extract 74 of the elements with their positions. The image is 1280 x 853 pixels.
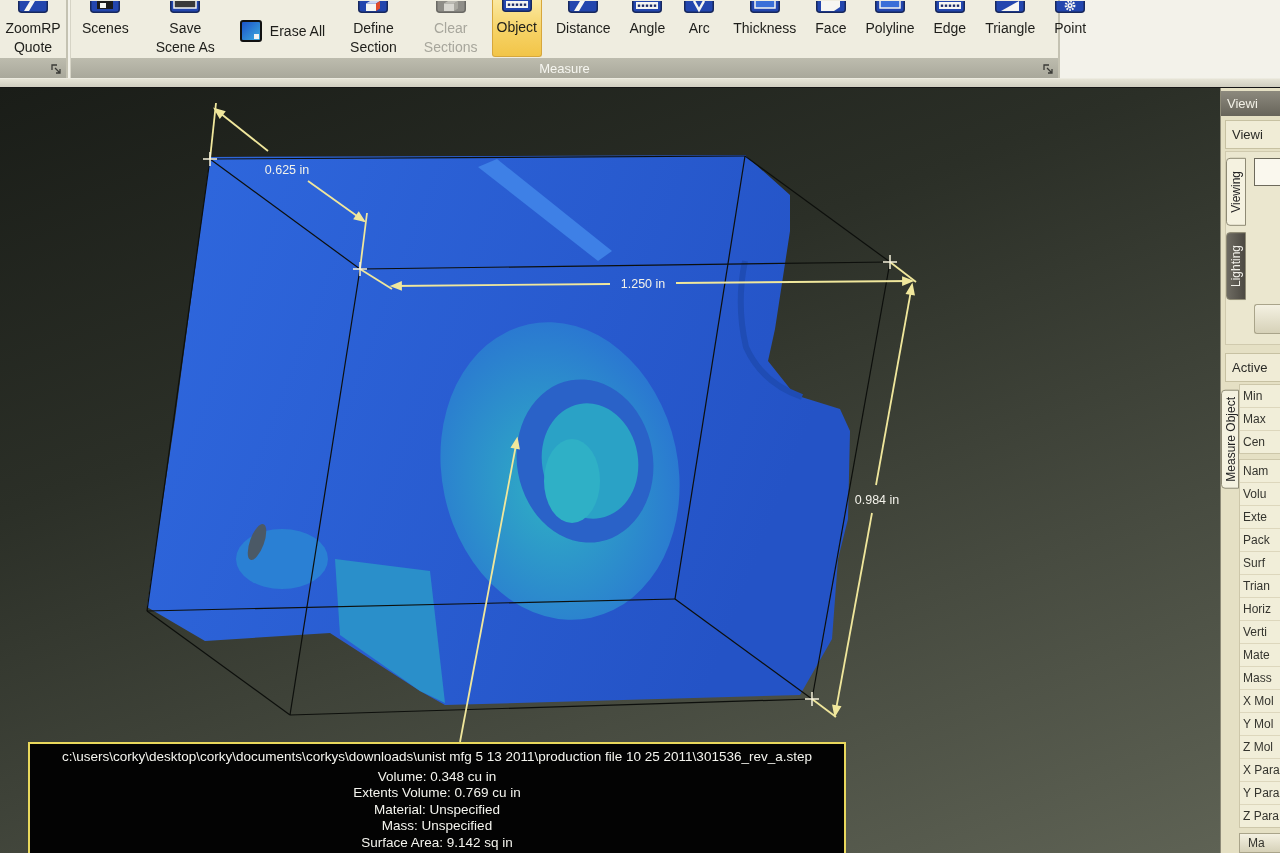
property-name: Cen [1242, 434, 1266, 451]
property-name: Trian [1240, 575, 1280, 598]
group-title: Measure [539, 60, 590, 76]
property-name: Nam [1240, 460, 1280, 483]
panel-title: Viewi [1221, 91, 1280, 116]
crosshair-icon [804, 691, 820, 707]
side-hole [247, 524, 267, 560]
dialog-launcher-icon[interactable] [1043, 64, 1053, 74]
ruler-icon [501, 0, 532, 12]
property-name: Z Mol [1240, 736, 1280, 759]
info-text: Extents Volume: 0.769 cu in [352, 785, 522, 802]
property-name: Y Mol [1240, 713, 1280, 736]
property-name: Max [1240, 408, 1280, 431]
property-name: Verti [1240, 621, 1280, 644]
property-name: Mass [1240, 667, 1280, 690]
property-name: Min [1240, 385, 1280, 408]
property-name: Pack [1240, 529, 1280, 552]
ribbon-button[interactable]: Face [810, 0, 852, 57]
crosshair-icon [882, 254, 898, 270]
dialog-launcher-icon[interactable] [51, 64, 61, 74]
ribbon-button[interactable]: Polyline [860, 0, 920, 57]
panel-button[interactable]: Ma [1239, 833, 1280, 853]
ribbon-button[interactable]: Thickness [728, 0, 802, 57]
dimension-label: 0.625 in [264, 163, 310, 177]
ribbon-button[interactable]: Scenes [77, 0, 134, 57]
section-header: Viewi [1225, 120, 1280, 149]
ribbon-button[interactable]: Save Scene As [150, 0, 220, 57]
chevron-icon [684, 1, 715, 13]
property-name: Exte [1240, 506, 1280, 529]
property-name: X Mol [1240, 690, 1280, 713]
ribbon-button[interactable]: Point [1049, 0, 1092, 57]
info-text: Volume: 0.348 cu in [376, 768, 498, 785]
ribbon-button[interactable]: Define Section [345, 0, 402, 57]
ribbon-button[interactable]: Erase All [236, 19, 329, 43]
crosshair-icon [202, 151, 218, 167]
ribbon-button[interactable]: Edge [928, 0, 972, 57]
crosshair-icon [352, 261, 368, 277]
frame-icon [749, 1, 780, 13]
slash-icon [568, 1, 599, 13]
property-name: Mate [1240, 644, 1280, 667]
frame-icon [874, 1, 905, 13]
info-text: Surface Area: 9.142 sq in [360, 834, 514, 851]
info-text: Mass: Unspecified [380, 818, 494, 835]
gear-icon [1055, 1, 1086, 13]
vertical-tab[interactable]: Lighting [1226, 231, 1246, 300]
monitor-icon [170, 1, 201, 13]
ribbon-button[interactable]: Object [491, 0, 542, 57]
model-viewport[interactable] [0, 88, 1220, 853]
vertical-tab[interactable]: Measure Object [1221, 390, 1239, 489]
property-name: Horiz [1240, 598, 1280, 621]
file-path: c:\users\corky\desktop\corky\documents\corkys\downloads\unist mfg 5 13 2011\production file 10 25 2011\301536_rev_a.step [61, 749, 813, 766]
property-name: X Para [1240, 759, 1280, 782]
section-header: Active [1225, 353, 1280, 382]
ribbon-button[interactable]: Distance [551, 0, 616, 57]
triangle-icon [995, 1, 1026, 13]
dimension-label: 1.250 in [620, 277, 666, 291]
vertical-tab[interactable]: Viewing [1226, 158, 1246, 226]
property-name: Surf [1240, 552, 1280, 575]
dimension-label: 0.984 in [854, 493, 900, 507]
property-name: Volu [1240, 483, 1280, 506]
property-name: Y Para [1240, 782, 1280, 805]
ribbon-button[interactable]: Arc [679, 0, 720, 57]
ruler-icon [934, 1, 965, 13]
tile-icon [239, 20, 262, 42]
property-name: Z Para [1242, 808, 1280, 825]
ribbon-button[interactable]: Angle [624, 0, 671, 57]
ruler-icon [632, 1, 663, 13]
slash-icon [18, 1, 48, 13]
sheet-icon [815, 1, 846, 13]
info-text: Material: Unspecified [372, 801, 502, 818]
dropdown-field[interactable] [1254, 158, 1280, 186]
ribbon-button[interactable]: Triangle [980, 0, 1041, 57]
ribbon-button[interactable]: ZoomRP Quote [0, 0, 66, 57]
cube-icon [358, 1, 389, 13]
